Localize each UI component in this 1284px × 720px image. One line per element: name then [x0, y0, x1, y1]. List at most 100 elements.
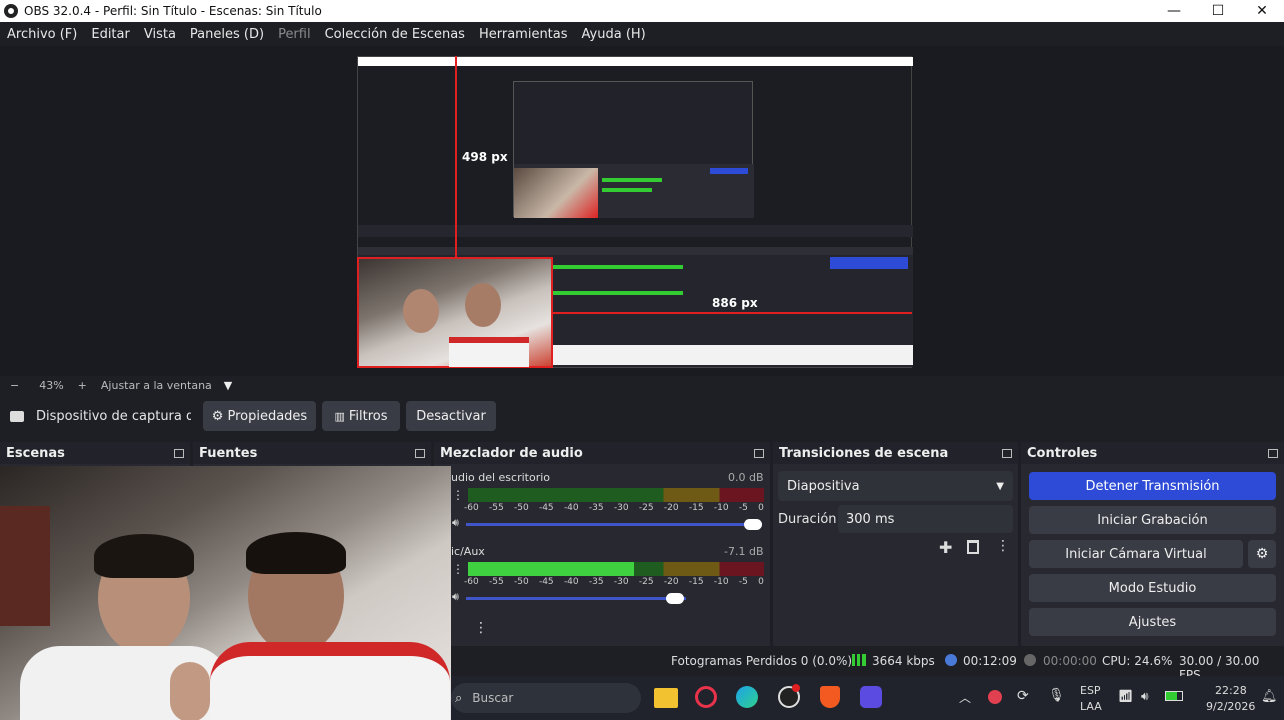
transition-menu-icon[interactable]: ⋮ — [996, 538, 1010, 554]
channel-desktop-db: 0.0 dB — [728, 471, 764, 484]
channel-mic-volume-slider[interactable] — [466, 597, 686, 600]
channel-desktop-name: udio del escritorio — [451, 471, 551, 484]
mic-speaker-icon[interactable]: 🔊︎ — [452, 590, 459, 604]
transitions-dock: Transiciones de escena Diapositiva ▼ Dur… — [773, 442, 1018, 646]
obs-logo-icon — [4, 4, 18, 18]
chevron-up-icon[interactable]: ︿ — [959, 689, 971, 706]
filters-button[interactable]: ▥ Filtros — [322, 401, 400, 431]
brave-icon[interactable] — [820, 686, 840, 708]
undock-icon[interactable] — [1002, 448, 1012, 458]
channel-mic-volume-handle[interactable] — [666, 593, 684, 604]
wifi-icon[interactable]: 📶︎ — [1118, 689, 1133, 703]
source-toolbar: Dispositivo de captura de v ⚙ Propiedade… — [0, 396, 1284, 436]
menu-paneles[interactable]: Paneles (D) — [183, 27, 271, 42]
nested-preview — [513, 81, 754, 218]
duration-label: Duración — [778, 512, 837, 527]
language-bottom[interactable]: LAA — [1080, 700, 1102, 713]
maximize-button[interactable]: ☐ — [1196, 0, 1240, 22]
record-status-icon — [1024, 654, 1036, 666]
taskbar-search[interactable]: ⌕ Buscar — [451, 683, 641, 713]
transitions-title: Transiciones de escena — [779, 445, 949, 461]
menu-archivo[interactable]: Archivo (F) — [0, 27, 84, 42]
title-bar: OBS 32.0.4 - Perfil: Sin Título - Escena… — [0, 0, 1284, 22]
zoom-bar: − 43% + Ajustar a la ventana ▼ — [0, 376, 1284, 394]
menu-editar[interactable]: Editar — [84, 27, 137, 42]
minimize-button[interactable]: — — [1152, 0, 1196, 22]
notifications-icon[interactable]: 🔔︎ — [1261, 689, 1278, 704]
clock-time[interactable]: 22:28 — [1215, 684, 1247, 697]
selected-webcam-source[interactable] — [357, 257, 553, 368]
deactivate-button[interactable]: Desactivar — [406, 401, 496, 431]
properties-button[interactable]: ⚙ Propiedades — [203, 401, 316, 431]
studio-mode-button[interactable]: Modo Estudio — [1029, 574, 1276, 602]
virtual-camera-settings-gear-icon[interactable]: ⚙ — [1248, 540, 1276, 568]
volume-icon[interactable]: 🔊︎ — [1141, 689, 1149, 704]
edge-icon[interactable] — [736, 686, 758, 708]
menu-coleccion-escenas[interactable]: Colección de Escenas — [318, 27, 472, 42]
trash-icon[interactable] — [967, 540, 979, 554]
language-top[interactable]: ESP — [1080, 684, 1101, 697]
duration-input[interactable]: 300 ms — [838, 505, 1013, 533]
menu-vista[interactable]: Vista — [137, 27, 183, 42]
stream-status-icon — [945, 654, 957, 666]
recording-indicator-icon — [792, 684, 800, 692]
mixer-menu-icon[interactable]: ⋮ — [474, 620, 488, 636]
undock-icon[interactable] — [1268, 448, 1278, 458]
channel-desktop-ticks: -60 -55 -50 -45 -40 -35 -30 -25 -20 -15 -10 -5 0 — [464, 503, 764, 513]
close-button[interactable]: ✕ — [1240, 0, 1284, 22]
selected-source-name: Dispositivo de captura de v — [36, 408, 191, 424]
channel-desktop-meter — [468, 488, 764, 502]
channel-desktop-volume-slider[interactable] — [466, 523, 762, 526]
channel-desktop-menu-icon[interactable]: ⋮ — [452, 488, 464, 502]
speaker-icon[interactable]: 🔊︎ — [452, 516, 459, 530]
preview-canvas[interactable]: 498 px 886 px — [0, 46, 1284, 376]
stop-stream-button[interactable]: Detener Transmisión — [1029, 472, 1276, 500]
app-grid-icon[interactable] — [860, 686, 882, 708]
filter-icon: ▥ — [334, 409, 345, 423]
tray-app-icon[interactable] — [988, 690, 1002, 704]
virtual-camera-button[interactable]: Iniciar Cámara Virtual — [1029, 540, 1243, 568]
channel-mic-menu-icon[interactable]: ⋮ — [452, 562, 464, 576]
zoom-in-button[interactable]: + — [78, 379, 87, 392]
nested-webcam — [514, 168, 598, 218]
bitrate: 3664 kbps — [872, 654, 935, 668]
dropped-frames: Fotogramas Perdidos 0 (0.0%) — [671, 654, 853, 668]
start-recording-button[interactable]: Iniciar Grabación — [1029, 506, 1276, 534]
menu-herramientas[interactable]: Herramientas — [472, 27, 575, 42]
taskbar: ⌕ Buscar ︿ ⟳ 🎙︎ ESP LAA 📶︎ 🔊︎ 22:28 9/2/… — [451, 676, 1284, 720]
window-title: OBS 32.0.4 - Perfil: Sin Título - Escena… — [24, 4, 322, 18]
undock-icon[interactable] — [174, 448, 184, 458]
microphone-icon[interactable]: 🎙︎ — [1048, 688, 1065, 703]
nested-titlebar — [358, 57, 913, 66]
undock-icon[interactable] — [754, 448, 764, 458]
channel-mic-db: -7.1 dB — [724, 545, 764, 558]
zoom-value: 43% — [39, 378, 64, 392]
channel-mic-name: ic/Aux — [451, 545, 485, 558]
undock-icon[interactable] — [415, 448, 425, 458]
chevron-down-icon: ▼ — [996, 480, 1004, 492]
zoom-fit-label[interactable]: Ajustar a la ventana — [101, 379, 212, 392]
cpu-usage: CPU: 24.6% — [1102, 654, 1173, 668]
stream-time: 00:12:09 — [963, 654, 1017, 668]
opera-icon[interactable] — [695, 686, 717, 708]
status-bar: Fotogramas Perdidos 0 (0.0%) 3664 kbps 0… — [451, 648, 1284, 682]
sync-icon[interactable]: ⟳ — [1017, 688, 1029, 704]
menu-ayuda[interactable]: Ayuda (H) — [575, 27, 653, 42]
person-right-shirt — [210, 642, 450, 720]
channel-mic-meter — [468, 562, 764, 576]
add-transition-icon[interactable]: ✚ — [939, 538, 952, 557]
settings-button[interactable]: Ajustes — [1029, 608, 1276, 636]
gear-icon: ⚙ — [211, 408, 224, 424]
battery-icon[interactable] — [1165, 691, 1183, 701]
clock-date[interactable]: 9/2/2026 — [1206, 700, 1255, 713]
zoom-dropdown-icon[interactable]: ▼ — [224, 379, 232, 392]
webcam-overlay — [0, 466, 451, 720]
dimension-label-right: 886 px — [712, 296, 758, 310]
search-icon: ⌕ — [455, 690, 463, 706]
zoom-out-button[interactable]: − — [10, 379, 19, 392]
mixer-title: Mezclador de audio — [440, 445, 583, 461]
file-explorer-icon[interactable] — [654, 688, 678, 708]
channel-desktop-volume-handle[interactable] — [744, 519, 762, 530]
menu-perfil[interactable]: Perfil — [271, 27, 318, 42]
transition-select[interactable]: Diapositiva ▼ — [778, 471, 1013, 501]
